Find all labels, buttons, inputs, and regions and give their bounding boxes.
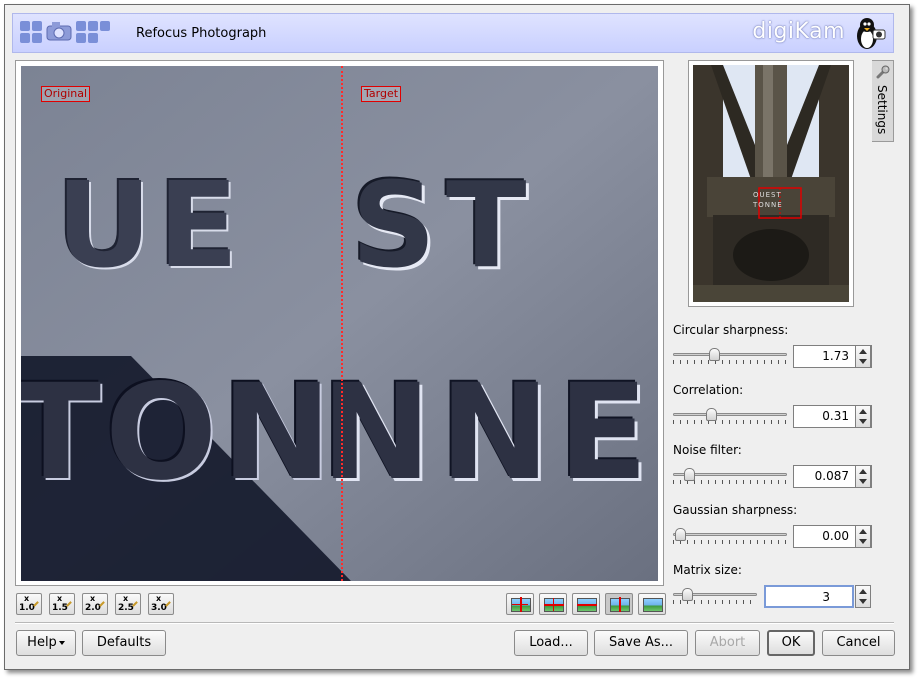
help-button[interactable]: Help <box>16 630 76 656</box>
slider-ticks <box>673 420 787 424</box>
spin-up-arrow-icon[interactable] <box>859 469 867 474</box>
separate-vertical-button[interactable] <box>572 593 600 615</box>
photo-text-top-left: UE <box>56 156 245 294</box>
spin-down-arrow-icon[interactable] <box>859 599 867 604</box>
spin-up-arrow-icon[interactable] <box>859 349 867 354</box>
zoom-1-5-button[interactable]: x 1.5 <box>49 593 75 615</box>
correlation-spin-buttons[interactable] <box>855 405 871 428</box>
gaussian-sharpness-spin-buttons[interactable] <box>855 525 871 548</box>
wrench-icon <box>876 65 890 79</box>
circular-sharpness-slider[interactable] <box>673 348 787 364</box>
defaults-button[interactable]: Defaults <box>82 630 166 656</box>
slider-handle[interactable] <box>708 348 720 361</box>
slider-handle[interactable] <box>681 588 693 601</box>
slider-track <box>673 413 787 416</box>
slider-handle[interactable] <box>683 468 695 481</box>
photo-text-bottom-left: TON <box>21 356 336 510</box>
split-divider-line <box>341 66 343 581</box>
zoom-mark: x <box>123 594 129 603</box>
digikam-plugin-logo-icon <box>20 19 116 47</box>
help-button-label: Help <box>27 635 57 650</box>
no-separation-button[interactable] <box>638 593 666 615</box>
zoom-2-5-button[interactable]: x 2.5 <box>115 593 141 615</box>
spin-up-arrow-icon[interactable] <box>859 529 867 534</box>
preview-image[interactable]: UE ST TON NNE Original Target <box>21 66 658 581</box>
zoom-mark: x <box>90 594 96 603</box>
zoom-mark: x <box>156 594 162 603</box>
preview-frame: UE ST TON NNE Original Target <box>15 60 664 586</box>
thumbnail-frame: OUEST TONNE <box>688 60 854 307</box>
slider-handle[interactable] <box>675 528 686 541</box>
no-separation-icon <box>643 598 663 612</box>
abort-button[interactable]: Abort <box>695 630 760 656</box>
zoom-2-0-button[interactable]: x 2.0 <box>82 593 108 615</box>
zoom-3-0-button[interactable]: x 3.0 <box>148 593 174 615</box>
matrix-size-label: Matrix size: <box>673 563 742 577</box>
thumbnail-navigator[interactable]: OUEST TONNE <box>693 65 849 302</box>
tab-settings[interactable]: Settings <box>872 60 894 142</box>
zoom-mark: x <box>57 594 63 603</box>
zoom-1-0-button[interactable]: x 1.0 <box>16 593 42 615</box>
penguin-mascot-icon <box>857 18 886 49</box>
ok-button[interactable]: OK <box>767 630 815 656</box>
correlation-label: Correlation: <box>673 383 744 397</box>
spin-down-arrow-icon[interactable] <box>859 419 867 424</box>
thumbnail-text: OUEST TONNE <box>753 191 783 209</box>
circular-sharpness-spin-buttons[interactable] <box>855 345 871 368</box>
circular-sharpness-label: Circular sharpness: <box>673 323 789 337</box>
dialog-title: Refocus Photograph <box>136 26 267 41</box>
correlation-slider[interactable] <box>673 408 787 424</box>
noise-filter-slider[interactable] <box>673 468 787 484</box>
dropdown-arrow-icon <box>58 640 65 645</box>
noise-filter-label: Noise filter: <box>673 443 742 457</box>
separate-horizontal-duplicate-button[interactable] <box>539 593 567 615</box>
cancel-button[interactable]: Cancel <box>822 630 895 656</box>
slider-track <box>673 353 787 356</box>
matrix-size-spin-buttons[interactable] <box>855 585 871 608</box>
slider-track <box>673 533 787 536</box>
digikam-brand: digiKam <box>752 19 845 44</box>
photo-text-top-right: ST <box>351 156 537 294</box>
spin-up-arrow-icon[interactable] <box>859 589 867 594</box>
gaussian-sharpness-label: Gaussian sharpness: <box>673 503 798 517</box>
separate-horizontal-button[interactable] <box>605 593 633 615</box>
slider-ticks <box>673 540 787 544</box>
button-separator <box>15 622 894 624</box>
slider-ticks <box>673 360 787 364</box>
separate-vertical-duplicate-button[interactable] <box>506 593 534 615</box>
spin-down-arrow-icon[interactable] <box>859 359 867 364</box>
save-as-button[interactable]: Save As... <box>594 630 688 656</box>
matrix-size-slider[interactable] <box>673 588 757 604</box>
gaussian-sharpness-slider[interactable] <box>673 528 787 544</box>
spin-up-arrow-icon[interactable] <box>859 409 867 414</box>
photo-text-bottom-right: NNE <box>321 356 657 510</box>
spin-down-arrow-icon[interactable] <box>859 539 867 544</box>
original-label: Original <box>41 86 91 102</box>
slider-handle[interactable] <box>705 408 717 421</box>
spin-down-arrow-icon[interactable] <box>859 479 867 484</box>
tab-settings-label: Settings <box>875 85 889 135</box>
matrix-size-input[interactable]: 3 <box>764 585 854 608</box>
zoom-mark: x <box>24 594 30 603</box>
target-label: Target <box>361 86 402 102</box>
noise-filter-spin-buttons[interactable] <box>855 465 871 488</box>
header-banner: Refocus Photograph digiKam <box>12 13 894 53</box>
load-button[interactable]: Load... <box>514 630 588 656</box>
